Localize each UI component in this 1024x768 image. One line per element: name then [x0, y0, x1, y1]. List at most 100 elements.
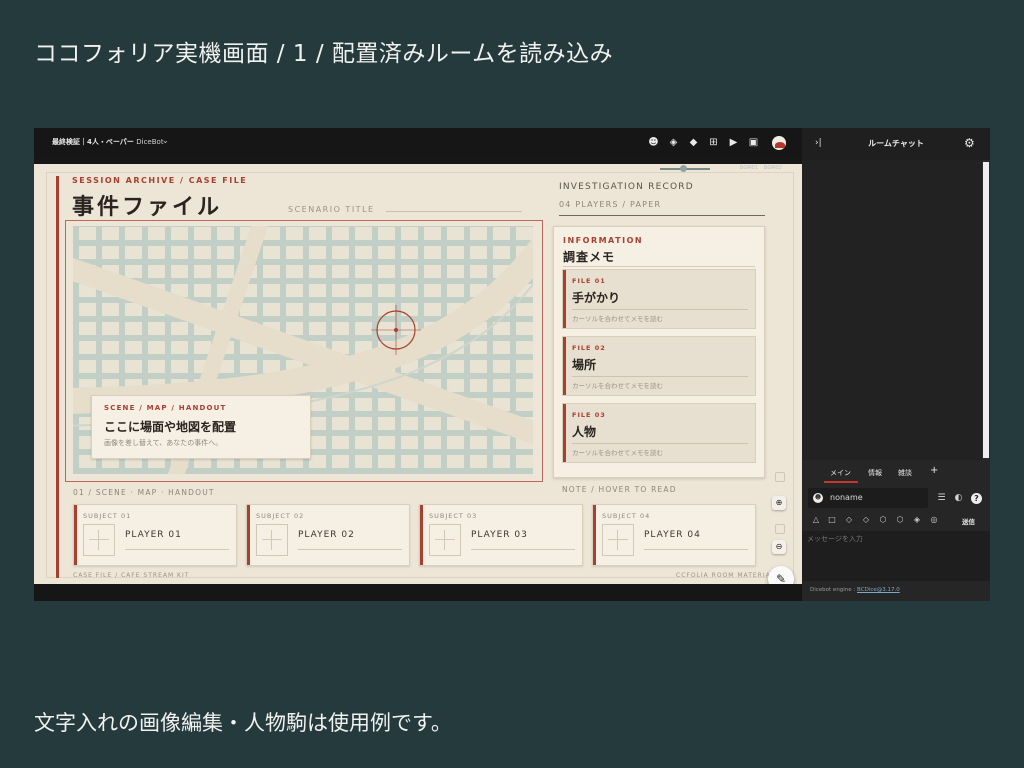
file-hint: カーソルを合わせてメモを読む: [572, 382, 663, 390]
layers-icon[interactable]: ◈: [667, 136, 680, 149]
message-area[interactable]: [802, 531, 990, 581]
scene-icon[interactable]: ▣: [747, 136, 760, 149]
file-card[interactable]: FILE 01 手がかり カーソルを合わせてメモを読む: [562, 269, 756, 329]
portrait-placeholder-icon: [602, 524, 634, 556]
subject-accent: [74, 505, 77, 565]
scene-placeholder-card[interactable]: SCENE / MAP / HANDOUT ここに場面や地図を配置 画像を差し替…: [91, 395, 311, 459]
grid-toggle-icon[interactable]: [775, 472, 785, 482]
player-name: PLAYER 02: [298, 530, 355, 540]
subject-accent: [247, 505, 250, 565]
file-accent: [563, 270, 566, 328]
add-note-icon[interactable]: ⊞: [707, 136, 720, 149]
chat-scroll-thumb[interactable]: [983, 162, 989, 458]
chat-log[interactable]: [802, 160, 982, 460]
engine-label: Dicebot engine :: [810, 587, 858, 593]
slide-caption: 文字入れの画像編集・人物駒は使用例です。: [34, 711, 452, 735]
room-toolbar: 最終検証｜4人・ペーパー DiceBot ⌄ ☻ ◈ ◆ ⊞ ▶ ▣: [34, 128, 802, 158]
user-avatar[interactable]: [772, 136, 786, 150]
speaker-avatar-icon[interactable]: ☻: [813, 493, 823, 503]
subject-card[interactable]: SUBJECT 02 PLAYER 02: [246, 504, 410, 566]
file-hint: カーソルを合わせてメモを読む: [572, 449, 663, 457]
tab-info[interactable]: 情報: [868, 468, 882, 478]
player-rule: [298, 549, 402, 550]
tab-main[interactable]: メイン: [830, 468, 851, 478]
speaker-name-field[interactable]: ☻ noname: [808, 488, 928, 508]
game-board[interactable]: SESSION ARCHIVE / CASE FILE 事件ファイル SCENA…: [34, 158, 802, 584]
case-title: 事件ファイル: [72, 195, 223, 220]
chat-scrollbar[interactable]: [982, 160, 990, 460]
player-name: PLAYER 04: [644, 530, 701, 540]
d6-dice-icon[interactable]: □: [827, 515, 837, 525]
subject-card[interactable]: SUBJECT 04 PLAYER 04: [592, 504, 756, 566]
file-rule: [572, 309, 748, 310]
subject-code: SUBJECT 04: [602, 512, 651, 520]
file-card[interactable]: FILE 02 場所 カーソルを合わせてメモを読む: [562, 336, 756, 396]
footer-left: CASE FILE / CAFE STREAM KIT: [73, 572, 190, 579]
stack-layers-icon[interactable]: ◆: [687, 136, 700, 149]
file-card[interactable]: FILE 03 人物 カーソルを合わせてメモを読む: [562, 403, 756, 463]
file-title: 人物: [572, 425, 597, 439]
screen-panel-icon[interactable]: ▶: [727, 136, 740, 149]
scene-subtitle: 画像を差し替えて、あなたの事件へ。: [104, 439, 223, 447]
engine-version-link[interactable]: BCDice@3.17.0: [857, 587, 900, 593]
file-accent: [563, 337, 566, 395]
character-icon[interactable]: ☻: [647, 136, 660, 149]
subject-card[interactable]: SUBJECT 01 PLAYER 01: [73, 504, 237, 566]
record-subtitle: 04 PLAYERS / PAPER: [559, 200, 662, 209]
info-title: 調査メモ: [563, 250, 616, 264]
file-code: FILE 03: [572, 411, 606, 419]
map-caption: 01 / SCENE · MAP · HANDOUT: [73, 488, 215, 497]
file-title: 手がかり: [572, 291, 621, 305]
d20-dice-icon[interactable]: ⬡: [895, 515, 905, 525]
message-input[interactable]: [807, 535, 977, 543]
portrait-placeholder-icon: [83, 524, 115, 556]
d4-dice-icon[interactable]: △: [811, 515, 821, 525]
case-file-background: SESSION ARCHIVE / CASE FILE 事件ファイル SCENA…: [34, 164, 802, 584]
info-rule: [563, 266, 755, 267]
info-caption: NOTE / HOVER TO READ: [562, 485, 677, 494]
d10-dice-icon[interactable]: ◇: [861, 515, 871, 525]
bgm-label: BGM02: [764, 165, 782, 171]
zoom-in-icon[interactable]: ⊕: [772, 496, 786, 510]
file-title: 場所: [572, 358, 597, 372]
add-tab-icon[interactable]: +: [930, 465, 938, 476]
d12-dice-icon[interactable]: ⬡: [878, 515, 888, 525]
active-tab-indicator: [824, 481, 858, 483]
scenario-underline: [386, 211, 522, 212]
investigation-record: INVESTIGATION RECORD: [559, 182, 694, 192]
subject-accent: [420, 505, 423, 565]
file-accent: [563, 404, 566, 462]
fit-toggle-icon[interactable]: [775, 524, 785, 534]
chat-tabs: メイン 情報 雑談 +: [802, 460, 990, 484]
scene-title: ここに場面や地図を配置: [104, 420, 237, 434]
player-rule: [644, 549, 748, 550]
portrait-placeholder-icon: [429, 524, 461, 556]
session-kicker: SESSION ARCHIVE / CASE FILE: [72, 176, 248, 185]
tab-chat[interactable]: 雑談: [898, 468, 912, 478]
chat-panel-header: ›| ルームチャット ⚙: [802, 128, 990, 160]
list-icon[interactable]: ☰: [936, 493, 947, 504]
subject-code: SUBJECT 01: [83, 512, 132, 520]
gear-icon[interactable]: ⚙: [964, 136, 975, 150]
player-name: PLAYER 01: [125, 530, 182, 540]
zoom-out-icon[interactable]: ⊖: [772, 540, 786, 554]
subject-code: SUBJECT 03: [429, 512, 478, 520]
room-menu-chevron-icon[interactable]: ⌄: [162, 136, 169, 145]
custom-dice-icon[interactable]: ◎: [929, 515, 939, 525]
volume-slider-handle[interactable]: [680, 165, 687, 172]
subject-accent: [593, 505, 596, 565]
palette-icon[interactable]: ◐: [953, 493, 964, 504]
footer-right: CCFOLIA ROOM MATERIAL: [676, 572, 776, 579]
room-title[interactable]: 最終検証｜4人・ペーパー DiceBot: [52, 137, 164, 147]
player-rule: [125, 549, 229, 550]
subject-card[interactable]: SUBJECT 03 PLAYER 03: [419, 504, 583, 566]
send-button[interactable]: 送信: [962, 516, 975, 526]
portrait-placeholder-icon: [256, 524, 288, 556]
d100-dice-icon[interactable]: ◈: [912, 515, 922, 525]
room-name: 最終検証｜4人・ペーパー: [52, 138, 134, 146]
info-panel: INFORMATION 調査メモ FILE 01 手がかり カーソルを合わせてメ…: [553, 226, 765, 478]
help-icon[interactable]: ?: [971, 493, 982, 504]
volume-control[interactable]: BGM01 BGM02: [660, 164, 782, 174]
file-code: FILE 01: [572, 277, 606, 285]
d8-dice-icon[interactable]: ◇: [844, 515, 854, 525]
